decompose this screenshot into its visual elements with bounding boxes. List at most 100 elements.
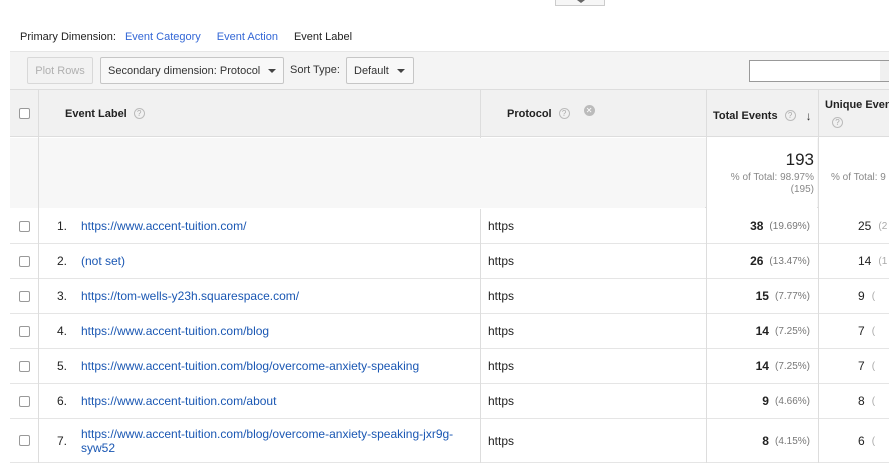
primary-dimension-bar: Primary Dimension: Event Category Event …	[20, 30, 368, 44]
unique-events-percent: (	[871, 360, 876, 372]
total-events-value: 26	[750, 254, 764, 268]
row-number: 7.	[56, 434, 67, 448]
unique-events-percent: (1	[878, 255, 888, 267]
header-total-events[interactable]: Total Events? ↓	[713, 92, 812, 139]
row-checkbox[interactable]	[19, 326, 30, 337]
total-events-percent: (13.47%)	[769, 255, 810, 267]
unique-events-value: 8	[858, 394, 865, 408]
event-label-link[interactable]: https://www.accent-tuition.com/about	[81, 384, 476, 418]
protocol-value: https	[488, 254, 515, 268]
plot-rows-label: Plot Rows	[35, 64, 85, 77]
protocol-value: https	[488, 289, 515, 303]
unique-events-value: 25	[858, 219, 872, 233]
row-number: 2.	[56, 254, 67, 268]
unique-events-percent: (	[871, 395, 876, 407]
secondary-dimension-select[interactable]: Secondary dimension: Protocol	[100, 57, 284, 84]
total-events-cell: 8 (4.15%)	[762, 419, 810, 463]
table-row: 1. https://www.accent-tuition.com/ https…	[10, 209, 889, 244]
table-search-input[interactable]	[749, 60, 881, 82]
total-events-percent: (19.69%)	[769, 220, 810, 232]
row-number: 3.	[56, 289, 67, 303]
total-events-cell: 38 (19.69%)	[750, 209, 810, 243]
row-checkbox[interactable]	[19, 435, 30, 446]
search-button[interactable]	[880, 60, 889, 82]
total-events-cell: 26 (13.47%)	[750, 244, 810, 278]
unique-events-cell: 14 (1	[858, 244, 887, 278]
row-number: 4.	[56, 324, 67, 338]
total-events-cell: 9 (4.66%)	[762, 384, 810, 418]
plot-rows-button[interactable]: Plot Rows	[27, 57, 93, 84]
total-events-cell: 14 (7.25%)	[756, 349, 810, 383]
help-icon[interactable]: ?	[558, 108, 570, 119]
row-checkbox[interactable]	[19, 291, 30, 302]
help-icon[interactable]: ?	[784, 110, 796, 121]
unique-events-value: 7	[858, 359, 865, 373]
event-label-link[interactable]: (not set)	[81, 244, 476, 278]
row-checkbox[interactable]	[19, 396, 30, 407]
total-events-value: 193	[785, 150, 814, 169]
unique-events-value: 6	[858, 434, 865, 448]
unique-events-value: 14	[858, 254, 872, 268]
event-label-link[interactable]: https://www.accent-tuition.com/blog/over…	[81, 349, 476, 383]
unique-events-cell: 7(	[858, 349, 875, 383]
unique-events-cell: 8(	[858, 384, 875, 418]
header-protocol-text: Protocol	[507, 107, 552, 120]
totals-unique-events: % of Total: 9	[819, 138, 889, 208]
help-icon[interactable]: ?	[133, 108, 145, 119]
total-events-percent: (4.15%)	[774, 435, 810, 447]
unique-events-percent: (2	[878, 220, 888, 232]
unique-events-value: 7	[858, 324, 865, 338]
table-row: 3. https://tom-wells-y23h.squarespace.co…	[10, 279, 889, 314]
protocol-value: https	[488, 219, 515, 233]
column-divider	[818, 89, 819, 463]
total-events-value: 15	[755, 289, 769, 303]
sort-type-label: Sort Type:	[290, 64, 340, 76]
column-divider	[480, 89, 481, 138]
sort-type-value: Default	[354, 64, 389, 77]
total-events-percent: (7.77%)	[774, 290, 810, 302]
event-label-link[interactable]: https://tom-wells-y23h.squarespace.com/	[81, 279, 476, 313]
table-row: 6. https://www.accent-tuition.com/about …	[10, 384, 889, 419]
total-events-value: 38	[750, 219, 764, 233]
dimension-event-category[interactable]: Event Category	[125, 31, 201, 43]
header-protocol[interactable]: Protocol? ✕	[507, 90, 595, 137]
table-header: Event Label? Protocol? ✕ Total Events? ↓ U…	[10, 89, 889, 137]
table-row: 5. https://www.accent-tuition.com/blog/o…	[10, 349, 889, 384]
primary-dimension-label: Primary Dimension:	[20, 31, 116, 43]
event-label-link[interactable]: https://www.accent-tuition.com/blog	[81, 314, 476, 348]
help-icon[interactable]: ?	[832, 117, 843, 128]
total-events-value: 14	[755, 359, 769, 373]
total-events-value: 14	[755, 324, 769, 338]
select-all-cell	[19, 90, 30, 137]
row-checkbox[interactable]	[19, 256, 30, 267]
unique-events-cell: 25 (2	[858, 209, 887, 243]
table-toolbar: Plot Rows Secondary dimension: Protocol …	[10, 51, 889, 89]
collapse-tab[interactable]	[555, 0, 605, 6]
column-divider	[706, 89, 707, 463]
row-checkbox[interactable]	[19, 361, 30, 372]
unique-events-percent: (	[871, 435, 876, 447]
total-events-cell: 14 (7.25%)	[756, 314, 810, 348]
row-checkbox[interactable]	[19, 221, 30, 232]
row-number: 1.	[56, 219, 67, 233]
secondary-dimension-label: Secondary dimension: Protocol	[108, 64, 261, 77]
table-row: 4. https://www.accent-tuition.com/blog h…	[10, 314, 889, 349]
caret-down-icon	[268, 68, 277, 73]
event-label-link[interactable]: https://www.accent-tuition.com/	[81, 209, 476, 243]
row-number: 5.	[56, 359, 67, 373]
header-event-label[interactable]: Event Label?	[65, 90, 145, 137]
table-row: 2. (not set) https 26 (13.47%) 14 (1	[10, 244, 889, 279]
totals-dimension-area	[39, 138, 705, 208]
unique-events-percent: % of Total: 9	[831, 172, 886, 183]
select-all-checkbox[interactable]	[19, 108, 30, 119]
unique-events-cell: 7(	[858, 314, 875, 348]
remove-dimension-icon[interactable]: ✕	[583, 104, 595, 116]
dimension-event-label[interactable]: Event Label	[294, 31, 352, 43]
sort-type-select[interactable]: Default	[346, 57, 414, 84]
total-events-value: 9	[762, 394, 769, 408]
dimension-event-action[interactable]: Event Action	[217, 31, 278, 43]
event-label-link[interactable]: https://www.accent-tuition.com/blog/over…	[81, 419, 476, 463]
header-unique-events-text: Unique Events	[825, 98, 889, 111]
header-total-events-text: Total Events	[713, 109, 778, 122]
sort-descending-icon[interactable]: ↓	[806, 109, 812, 123]
